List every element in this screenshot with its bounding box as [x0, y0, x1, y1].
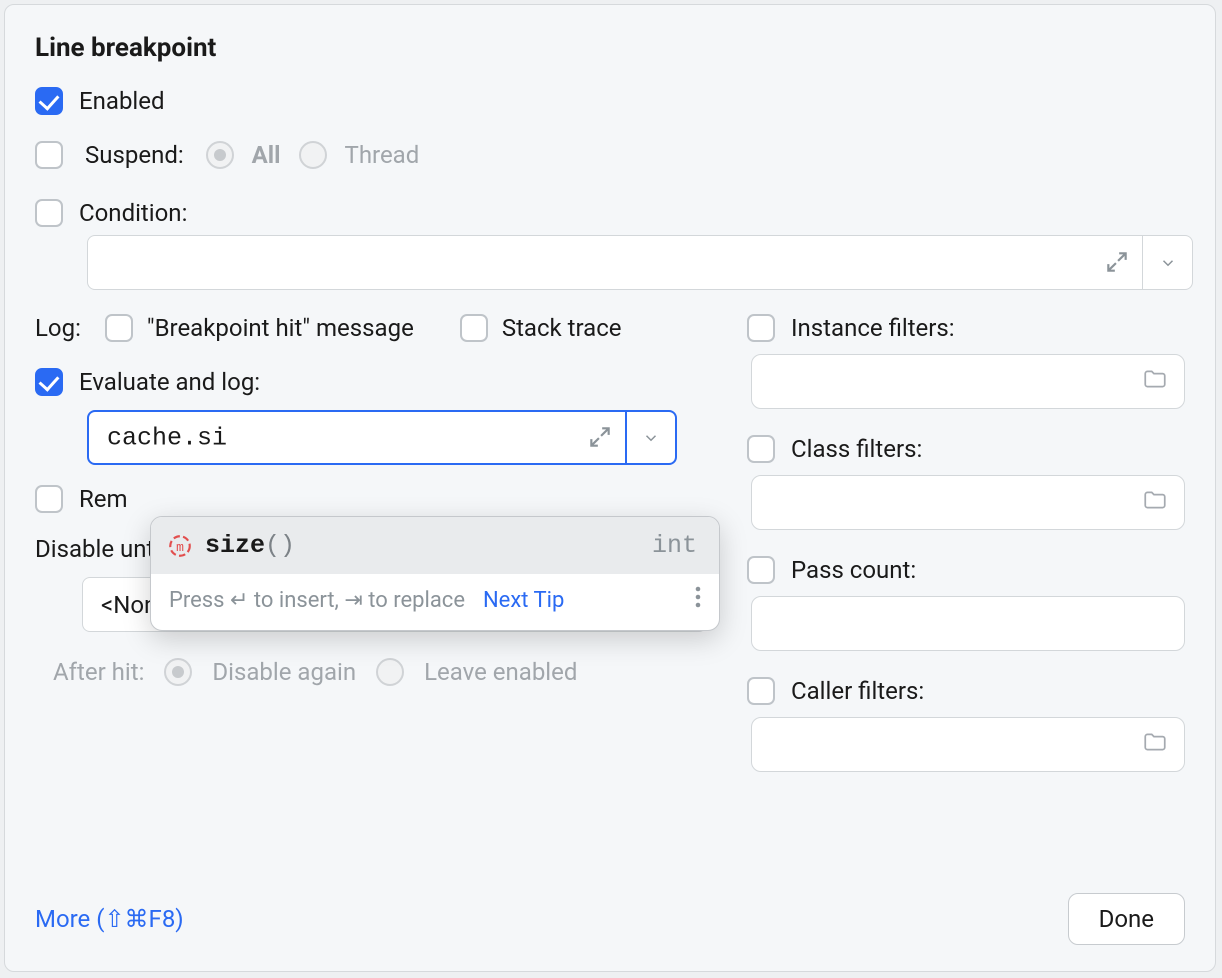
suspend-all-radio[interactable]	[206, 141, 234, 169]
suspend-options: All Thread	[206, 141, 420, 169]
pass-count-checkbox[interactable]	[747, 556, 775, 584]
caller-filters-input[interactable]	[751, 717, 1185, 772]
folder-icon[interactable]	[1142, 487, 1168, 519]
after-hit-leave-label: Leave enabled	[424, 658, 577, 686]
class-filters-block: Class filters:	[747, 435, 1185, 530]
caller-filters-block: Caller filters:	[747, 677, 1185, 772]
instance-filters-label: Instance filters:	[791, 314, 955, 342]
breakpoint-dialog: Line breakpoint Enabled Suspend: All Thr…	[4, 4, 1216, 972]
svg-text:m: m	[176, 539, 184, 554]
completion-hint: Press ↵ to insert, ⇥ to replace	[169, 588, 465, 613]
next-tip-link[interactable]: Next Tip	[483, 588, 564, 613]
pass-count-label: Pass count:	[791, 556, 916, 584]
condition-input[interactable]	[87, 235, 1193, 290]
condition-checkbox[interactable]	[35, 199, 63, 227]
expand-icon[interactable]	[1104, 249, 1132, 277]
evaluate-row: Evaluate and log:	[35, 368, 707, 396]
suspend-checkbox[interactable]	[35, 141, 63, 169]
dialog-footer: More (⇧⌘F8) Done	[35, 893, 1185, 945]
evaluate-checkbox[interactable]	[35, 368, 63, 396]
more-link[interactable]: More (⇧⌘F8)	[35, 905, 184, 933]
enabled-checkbox[interactable]	[35, 87, 63, 115]
log-hit-checkbox[interactable]	[105, 314, 133, 342]
enabled-label: Enabled	[79, 87, 165, 115]
more-menu-icon[interactable]	[695, 586, 701, 614]
folder-icon[interactable]	[1142, 366, 1168, 398]
after-hit-disable-radio[interactable]	[164, 658, 192, 686]
enabled-row: Enabled	[35, 87, 1185, 115]
instance-filters-input[interactable]	[751, 354, 1185, 409]
completion-name: size()	[205, 531, 295, 560]
folder-icon[interactable]	[1142, 729, 1168, 761]
after-hit-disable-label: Disable again	[212, 658, 356, 686]
class-filters-label: Class filters:	[791, 435, 922, 463]
remove-once-row: Rem	[35, 485, 707, 513]
completion-return-type: int	[652, 531, 697, 560]
class-filters-input[interactable]	[751, 475, 1185, 530]
log-row: Log: "Breakpoint hit" message Stack trac…	[35, 314, 707, 342]
pass-count-block: Pass count:	[747, 556, 1185, 651]
after-hit-label: After hit:	[53, 658, 144, 686]
log-stack-checkbox[interactable]	[460, 314, 488, 342]
evaluate-label: Evaluate and log:	[79, 368, 260, 396]
suspend-label: Suspend:	[85, 141, 184, 169]
condition-input-wrap	[87, 235, 1193, 290]
completion-footer: Press ↵ to insert, ⇥ to replace Next Tip	[151, 574, 719, 630]
evaluate-input-wrap: cache.si	[87, 410, 677, 465]
done-button[interactable]: Done	[1068, 893, 1185, 945]
remove-once-label: Rem	[79, 485, 128, 513]
history-dropdown[interactable]	[625, 412, 675, 463]
pass-count-input[interactable]	[751, 596, 1185, 651]
evaluate-input[interactable]: cache.si	[87, 410, 677, 465]
condition-row: Condition:	[35, 199, 1185, 227]
expand-icon[interactable]	[587, 424, 615, 452]
suspend-all-label: All	[252, 141, 281, 169]
evaluate-input-text: cache.si	[107, 423, 227, 452]
completion-item[interactable]: m size() int	[151, 517, 719, 574]
log-label: Log:	[35, 314, 81, 342]
right-column: Instance filters: Class filters:	[747, 314, 1185, 798]
after-hit-row: After hit: Disable again Leave enabled	[53, 658, 707, 686]
suspend-thread-radio[interactable]	[299, 141, 327, 169]
history-dropdown[interactable]	[1142, 236, 1192, 289]
dialog-title: Line breakpoint	[35, 33, 1185, 63]
method-icon: m	[167, 533, 193, 559]
after-hit-leave-radio[interactable]	[376, 658, 404, 686]
caller-filters-label: Caller filters:	[791, 677, 924, 705]
completion-popup: m size() int Press ↵ to insert, ⇥ to rep…	[150, 516, 720, 631]
caller-filters-checkbox[interactable]	[747, 677, 775, 705]
class-filters-checkbox[interactable]	[747, 435, 775, 463]
instance-filters-checkbox[interactable]	[747, 314, 775, 342]
remove-once-checkbox[interactable]	[35, 485, 63, 513]
instance-filters-block: Instance filters:	[747, 314, 1185, 409]
log-stack-label: Stack trace	[502, 314, 622, 342]
suspend-thread-label: Thread	[345, 141, 420, 169]
log-hit-label: "Breakpoint hit" message	[147, 314, 414, 342]
suspend-row: Suspend: All Thread	[35, 141, 1185, 169]
condition-label: Condition:	[79, 199, 187, 227]
